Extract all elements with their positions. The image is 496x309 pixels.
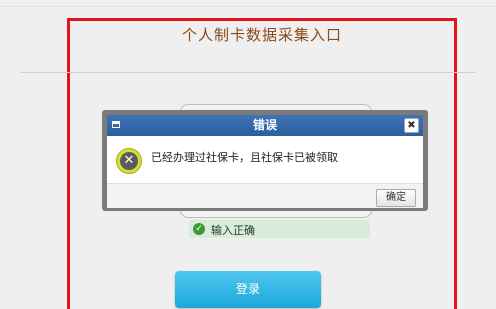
error-x-icon: ✕	[116, 148, 142, 174]
check-icon: ✓	[193, 223, 205, 235]
dialog-title: 错误	[252, 118, 277, 132]
title-divider	[20, 72, 476, 73]
top-divider	[0, 6, 496, 7]
login-button[interactable]: 登录	[175, 271, 321, 308]
confirm-button[interactable]: 确定	[376, 189, 416, 207]
dialog-titlebar: 错误 ✖	[107, 115, 423, 136]
close-icon[interactable]: ✖	[404, 118, 419, 133]
error-dialog: 错误 ✖ ✕ 已经办理过社保卡，且社保卡已被领取 确定	[107, 115, 423, 208]
window-icon	[112, 121, 120, 128]
validation-message: 输入正确	[211, 224, 255, 237]
dialog-footer: 确定	[107, 183, 423, 208]
validation-success-bar: ✓ 输入正确	[189, 220, 370, 238]
error-message: 已经办理过社保卡，且社保卡已被领取	[151, 151, 338, 164]
page-title: 个人制卡数据采集入口	[181, 26, 342, 44]
